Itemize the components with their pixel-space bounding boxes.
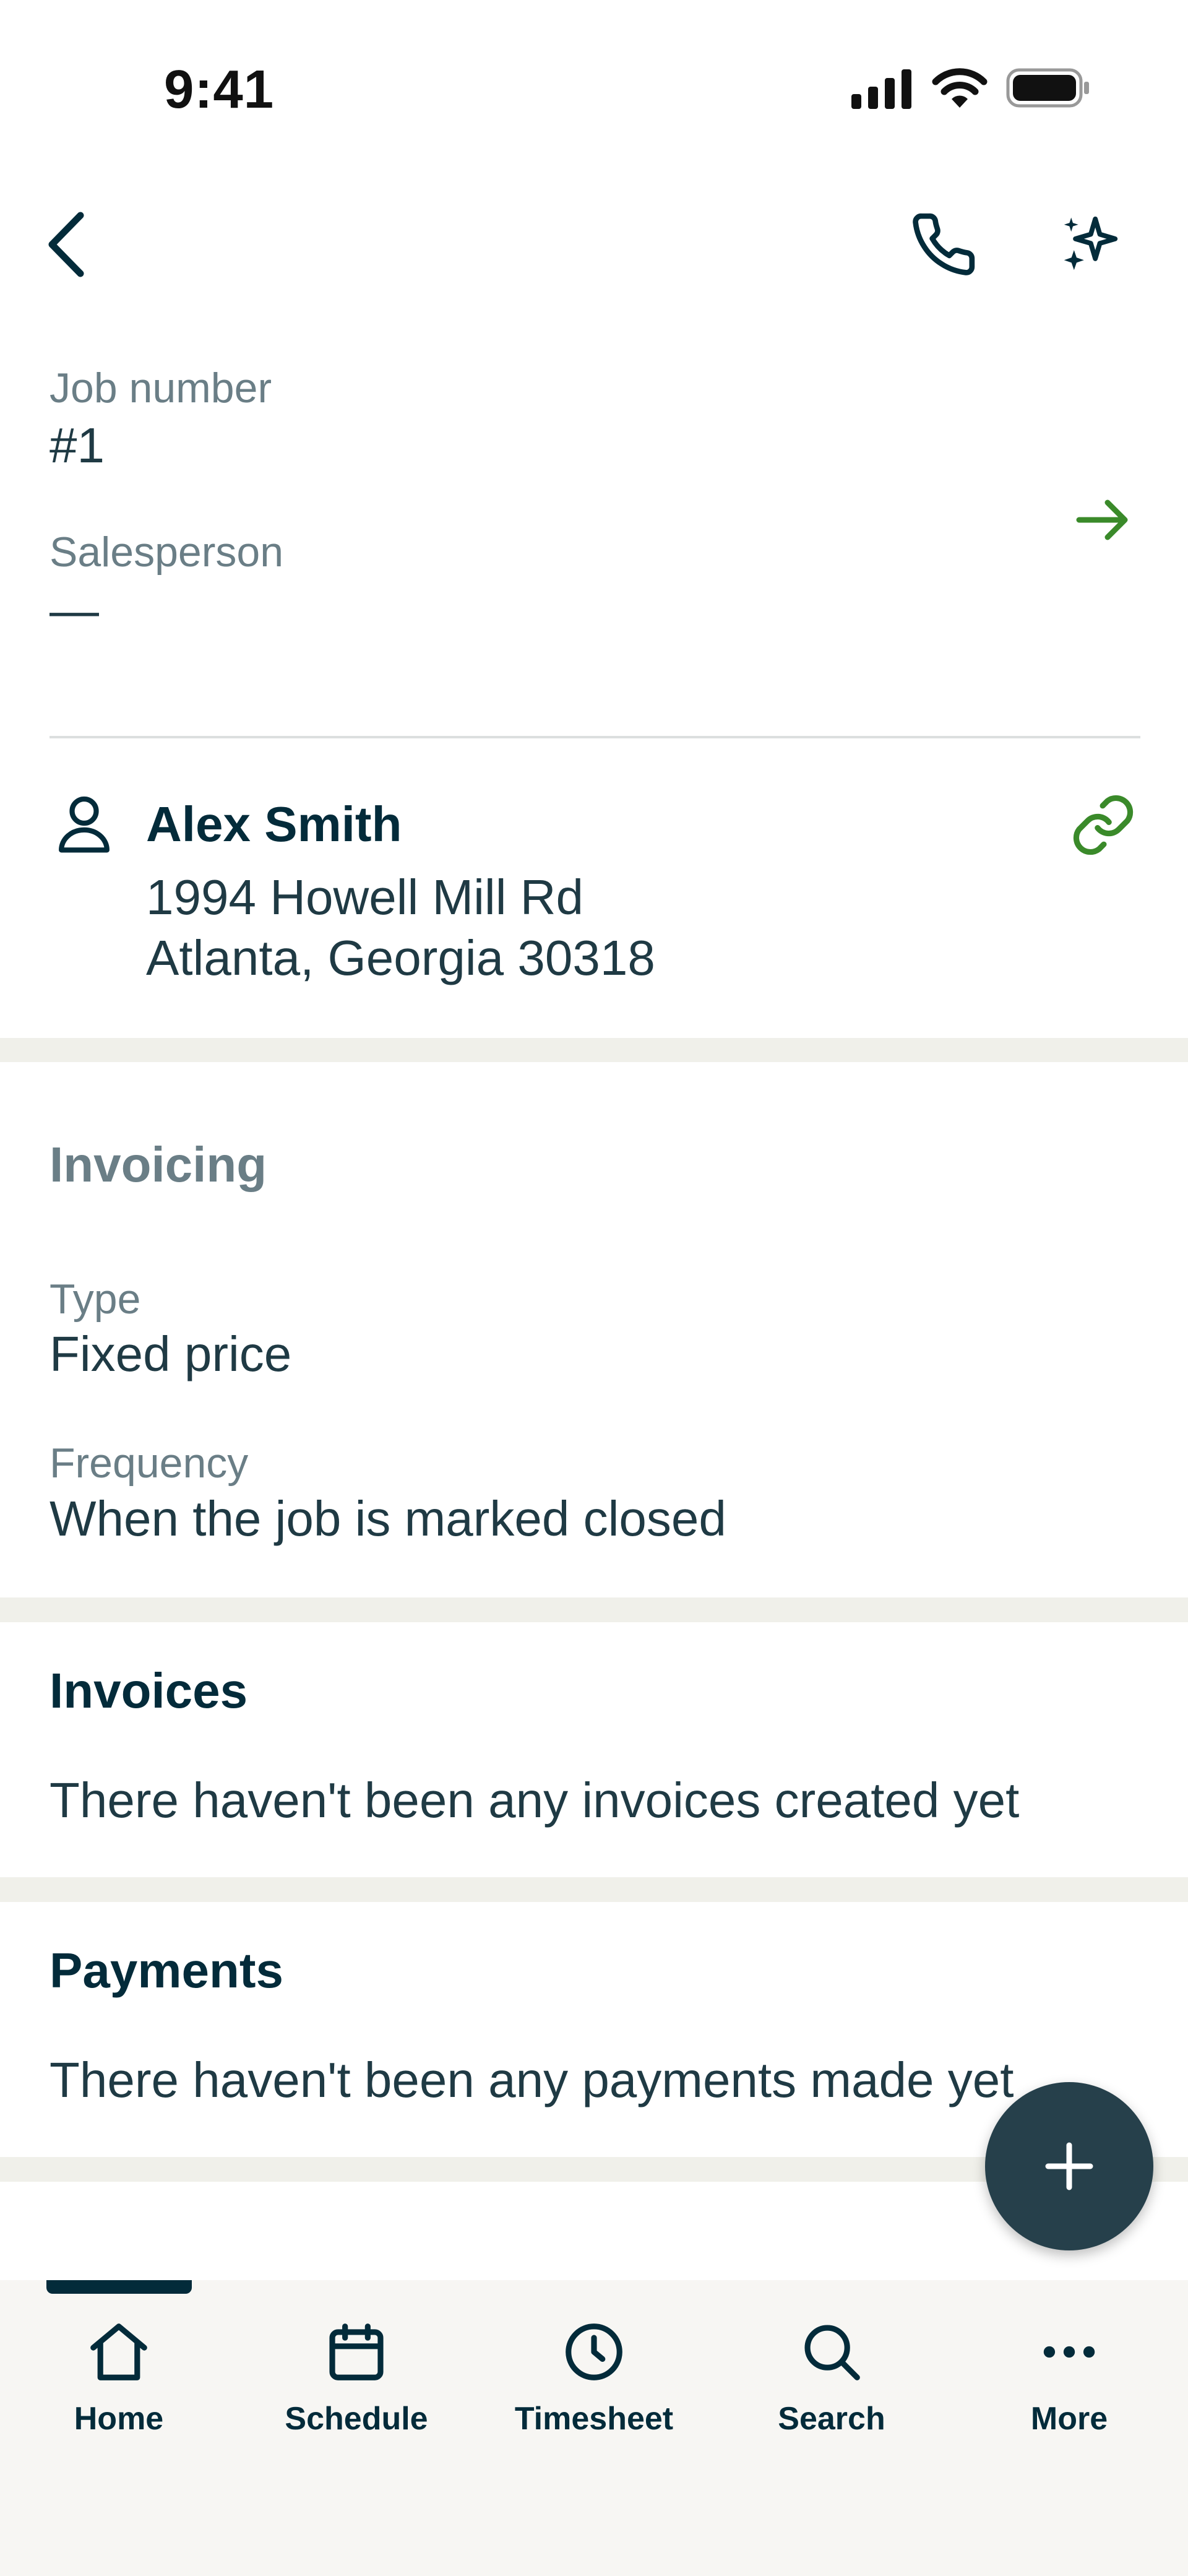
more-icon	[1032, 2315, 1106, 2389]
search-icon	[794, 2315, 869, 2389]
nav-item-home[interactable]: Home	[0, 2315, 238, 2451]
wifi-icon	[932, 67, 988, 109]
section-separator	[0, 1877, 1188, 1902]
active-tab-indicator	[46, 2280, 192, 2294]
plus-icon	[1044, 2142, 1094, 2191]
chevron-left-icon	[45, 210, 88, 279]
ai-assist-button[interactable]	[1056, 210, 1124, 279]
job-details-button[interactable]	[1075, 495, 1131, 545]
job-number-label: Job number	[50, 365, 272, 412]
salesperson-label: Salesperson	[50, 529, 284, 576]
call-button[interactable]	[910, 210, 978, 279]
invoicing-type-value: Fixed price	[50, 1326, 292, 1381]
clock-icon	[557, 2315, 631, 2389]
client-address-line2: Atlanta, Georgia 30318	[146, 930, 655, 985]
nav-label: Timesheet	[514, 2401, 674, 2437]
divider	[50, 736, 1140, 738]
cellular-signal-icon	[851, 69, 913, 109]
section-separator	[0, 1597, 1188, 1622]
nav-label: More	[1030, 2401, 1108, 2437]
add-button[interactable]	[985, 2082, 1153, 2250]
nav-label: Schedule	[285, 2401, 428, 2437]
invoicing-frequency-value: When the job is marked closed	[50, 1491, 726, 1546]
nav-item-schedule[interactable]: Schedule	[238, 2315, 475, 2451]
calendar-icon	[319, 2315, 394, 2389]
invoices-empty-text: There haven't been any invoices created …	[50, 1773, 1020, 1828]
person-icon	[52, 791, 116, 855]
invoicing-section-title: Invoicing	[50, 1137, 267, 1192]
section-separator	[0, 1038, 1188, 1062]
sparkles-icon	[1056, 210, 1124, 279]
battery-icon	[1006, 68, 1090, 108]
invoicing-type-label: Type	[50, 1276, 141, 1323]
client-link-button[interactable]	[1069, 791, 1137, 859]
status-time: 9:41	[164, 59, 275, 119]
invoices-title: Invoices	[50, 1663, 248, 1718]
nav-label: Home	[74, 2401, 164, 2437]
link-icon	[1069, 791, 1137, 859]
nav-item-more[interactable]: More	[950, 2315, 1188, 2451]
home-icon	[82, 2315, 156, 2389]
nav-label: Search	[778, 2401, 885, 2437]
arrow-right-icon	[1075, 495, 1131, 545]
payments-empty-text: There haven't been any payments made yet	[50, 2052, 1014, 2107]
payments-title: Payments	[50, 1943, 283, 1998]
client-address-line1: 1994 Howell Mill Rd	[146, 870, 583, 925]
invoicing-frequency-label: Frequency	[50, 1440, 249, 1487]
nav-item-timesheet[interactable]: Timesheet	[475, 2315, 713, 2451]
back-button[interactable]	[45, 210, 88, 279]
nav-item-search[interactable]: Search	[713, 2315, 950, 2451]
client-name[interactable]: Alex Smith	[146, 796, 402, 853]
phone-icon	[910, 210, 978, 279]
job-number-value: #1	[50, 418, 105, 473]
salesperson-value: —	[50, 582, 99, 638]
